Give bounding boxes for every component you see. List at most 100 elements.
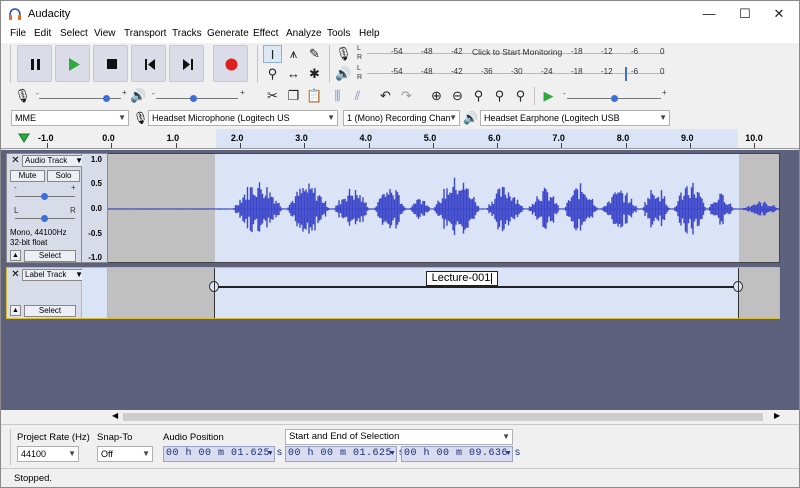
selection-end-value: 00 h 00 m 09.636 s xyxy=(404,448,522,459)
menu-edit[interactable]: Edit xyxy=(34,28,51,39)
audio-host-select[interactable]: MME ▼ xyxy=(11,110,129,126)
play-at-speed-button[interactable]: ▶ xyxy=(539,87,558,105)
scrollbar-thumb[interactable] xyxy=(123,413,763,421)
menu-transport[interactable]: Transport xyxy=(124,28,166,39)
play-button[interactable] xyxy=(55,45,90,82)
menu-effect[interactable]: Effect xyxy=(253,28,278,39)
meter-left-label: L xyxy=(357,45,361,52)
menu-tracks[interactable]: Tracks xyxy=(172,28,202,39)
playback-device-select[interactable]: Headset Earphone (Logitech USB ▼ xyxy=(480,110,670,126)
pause-button[interactable] xyxy=(17,45,52,82)
mute-button[interactable]: Mute xyxy=(10,170,45,182)
menu-help[interactable]: Help xyxy=(359,28,380,39)
paste-button[interactable]: 📋 xyxy=(305,87,324,105)
label-track-select-button[interactable]: Select xyxy=(24,305,76,317)
playback-volume-slider-track[interactable] xyxy=(156,98,238,99)
playback-volume-slider-knob[interactable] xyxy=(189,95,197,102)
label-track-name-button[interactable]: Label Track ▼ xyxy=(22,269,86,281)
click-to-start-monitoring-label[interactable]: Click to Start Monitoring xyxy=(472,47,562,57)
audio-waveform-area[interactable] xyxy=(108,153,780,263)
project-rate-select[interactable]: 44100 ▼ xyxy=(17,446,79,462)
zoom-toggle-button[interactable]: ⚲ xyxy=(511,87,530,105)
close-icon[interactable]: ✕ xyxy=(10,156,21,167)
recording-channels-select[interactable]: 1 (Mono) Recording Chan ▼ xyxy=(343,110,460,126)
record-volume-slider-knob[interactable] xyxy=(103,95,111,102)
zoom-out-button[interactable]: ⊖ xyxy=(448,87,467,105)
undo-icon: ↶ xyxy=(380,88,391,103)
selection-end-time-control[interactable]: 00 h 00 m 09.636 s ▼ xyxy=(401,446,521,462)
gain-slider-knob[interactable] xyxy=(41,193,48,200)
time-shift-tool-button[interactable]: ↔ xyxy=(284,65,303,83)
zoom-in-button[interactable]: ⊕ xyxy=(427,87,446,105)
maximize-button[interactable]: ☐ xyxy=(727,1,763,27)
close-window-button[interactable]: ✕ xyxy=(761,1,797,27)
zoom-tool-button[interactable]: ⚲ xyxy=(263,65,282,83)
scroll-right-arrow-icon[interactable]: ▶ xyxy=(774,411,780,420)
collapse-track-icon[interactable]: ▲ xyxy=(10,305,21,316)
playback-level-marker xyxy=(625,67,627,81)
menu-analyze[interactable]: Analyze xyxy=(286,28,322,39)
playspeed-slider-knob[interactable] xyxy=(611,95,618,102)
redo-button[interactable]: ↷ xyxy=(397,87,416,105)
cut-button[interactable]: ✂ xyxy=(263,87,282,105)
redo-icon: ↷ xyxy=(401,88,412,103)
menu-generate[interactable]: Generate xyxy=(207,28,249,39)
label-text-box[interactable]: Lecture-001 xyxy=(426,271,498,286)
amplitude-scale[interactable]: 1.0 0.5 0.0 -0.5 -1.0 xyxy=(82,153,108,263)
selection-mode-select[interactable]: Start and End of Selection ▼ xyxy=(285,429,513,445)
audio-track-name-button[interactable]: Audio Track ▼ xyxy=(22,155,86,167)
fit-selection-button[interactable]: ⚲ xyxy=(469,87,488,105)
horizontal-scrollbar[interactable]: ◀ ▶ xyxy=(1,410,799,424)
fit-project-button[interactable]: ⚲ xyxy=(490,87,509,105)
playback-meter[interactable]: L R -54 -48 -42 -36 -30 -24 -18 -12 -6 0 xyxy=(357,65,669,83)
trim-audio-button[interactable]: ⫼ xyxy=(328,87,347,105)
silence-audio-button[interactable]: ⫽ xyxy=(348,87,367,105)
collapse-track-icon[interactable]: ▲ xyxy=(10,250,21,261)
toolbar-separator xyxy=(534,87,535,105)
recording-device-select[interactable]: Headset Microphone (Logitech US ▼ xyxy=(148,110,338,126)
copy-button[interactable]: ❐ xyxy=(284,87,303,105)
pinned-play-head-icon[interactable] xyxy=(18,133,30,143)
minimize-button[interactable]: — xyxy=(691,1,727,27)
pan-slider-knob[interactable] xyxy=(41,215,48,222)
label-track-area[interactable]: Lecture-001 xyxy=(108,267,780,319)
record-meter[interactable]: L R -54 -48 -42 Click to Start Monitorin… xyxy=(357,45,669,63)
record-meter-button[interactable]: 🎙 xyxy=(334,45,353,63)
solo-button[interactable]: Solo xyxy=(47,170,80,182)
snap-to-select[interactable]: Off ▼ xyxy=(97,446,153,462)
selection-tool-button[interactable]: I xyxy=(263,45,282,63)
envelope-tool-button[interactable]: ⩚ xyxy=(284,45,303,63)
chevron-down-icon: ▼ xyxy=(506,450,511,458)
menu-file[interactable]: File xyxy=(10,28,26,39)
zoom-toggle-icon: ⚲ xyxy=(515,88,526,103)
menu-tools[interactable]: Tools xyxy=(327,28,350,39)
ruler-tick xyxy=(304,143,306,148)
ruler-tick xyxy=(47,143,48,148)
skip-to-start-button[interactable] xyxy=(131,45,166,82)
ruler-tick-label: 0.0 xyxy=(102,133,115,143)
skip-to-start-icon xyxy=(145,59,155,70)
audio-position-time-control[interactable]: 00 h 00 m 01.625 s ▼ xyxy=(163,446,283,462)
stop-button[interactable] xyxy=(93,45,128,82)
status-bar: Stopped. xyxy=(1,468,799,487)
menu-view[interactable]: View xyxy=(94,28,116,39)
timeline-ruler[interactable]: -1.0 0.0 1.0 2.0 3.0 4.0 5.0 6.0 7.0 8.0… xyxy=(1,129,799,149)
undo-button[interactable]: ↶ xyxy=(376,87,395,105)
audio-track-name: Audio Track xyxy=(25,156,68,165)
audio-track-select-button[interactable]: Select xyxy=(24,250,76,262)
record-button[interactable] xyxy=(213,45,248,82)
meter-right-label: R xyxy=(357,54,363,61)
track-panel[interactable]: ✕ Audio Track ▼ Mute Solo - + L R Mono, 4… xyxy=(1,150,799,410)
ruler-tick-label: 3.0 xyxy=(295,133,308,143)
selection-start-time-control[interactable]: 00 h 00 m 01.625 s ▼ xyxy=(285,446,405,462)
draw-tool-button[interactable]: ✎ xyxy=(305,45,324,63)
toolbar-grip xyxy=(10,429,11,465)
scroll-left-arrow-icon[interactable]: ◀ xyxy=(112,411,118,420)
playback-meter-button[interactable]: 🔊 xyxy=(334,65,353,83)
close-icon[interactable]: ✕ xyxy=(10,270,21,281)
multi-tool-button[interactable]: ✱ xyxy=(305,65,324,83)
scale-label: -1.0 xyxy=(88,253,102,262)
menu-select[interactable]: Select xyxy=(60,28,88,39)
zoom-out-icon: ⊖ xyxy=(452,88,463,103)
skip-to-end-button[interactable] xyxy=(169,45,204,82)
